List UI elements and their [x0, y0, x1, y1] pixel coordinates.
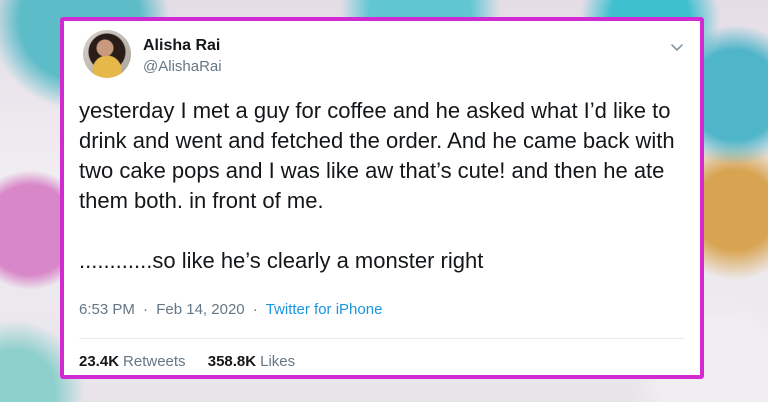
tweet-header: Alisha Rai @AlishaRai: [83, 30, 686, 86]
tweet-source-link[interactable]: Twitter for iPhone: [266, 301, 383, 318]
tweet-meta: 6:53 PM · Feb 14, 2020 · Twitter for iPh…: [79, 301, 382, 318]
retweets-count: 23.4K: [79, 353, 120, 370]
author-name[interactable]: Alisha Rai: [143, 37, 220, 55]
meta-separator: ·: [252, 301, 258, 318]
retweets-stat[interactable]: 23.4K Retweets: [79, 353, 190, 370]
meta-separator: ·: [143, 301, 149, 318]
tweet-card: Alisha Rai @AlishaRai yesterday I met a …: [60, 17, 704, 379]
likes-stat[interactable]: 358.8K Likes: [208, 353, 295, 370]
avatar[interactable]: [83, 30, 131, 78]
likes-count: 358.8K: [207, 353, 257, 370]
retweets-label: Retweets: [123, 353, 186, 370]
tweet-stats: 23.4K Retweets 358.8K Likes: [79, 353, 313, 370]
author-handle[interactable]: @AlishaRai: [143, 58, 222, 75]
tweet-time[interactable]: 6:53 PM: [79, 301, 135, 318]
chevron-down-icon[interactable]: [668, 38, 686, 56]
tweet-text: yesterday I met a guy for coffee and he …: [79, 98, 675, 273]
likes-label: Likes: [260, 353, 296, 370]
tweet-date[interactable]: Feb 14, 2020: [156, 301, 244, 318]
divider: [79, 338, 685, 339]
